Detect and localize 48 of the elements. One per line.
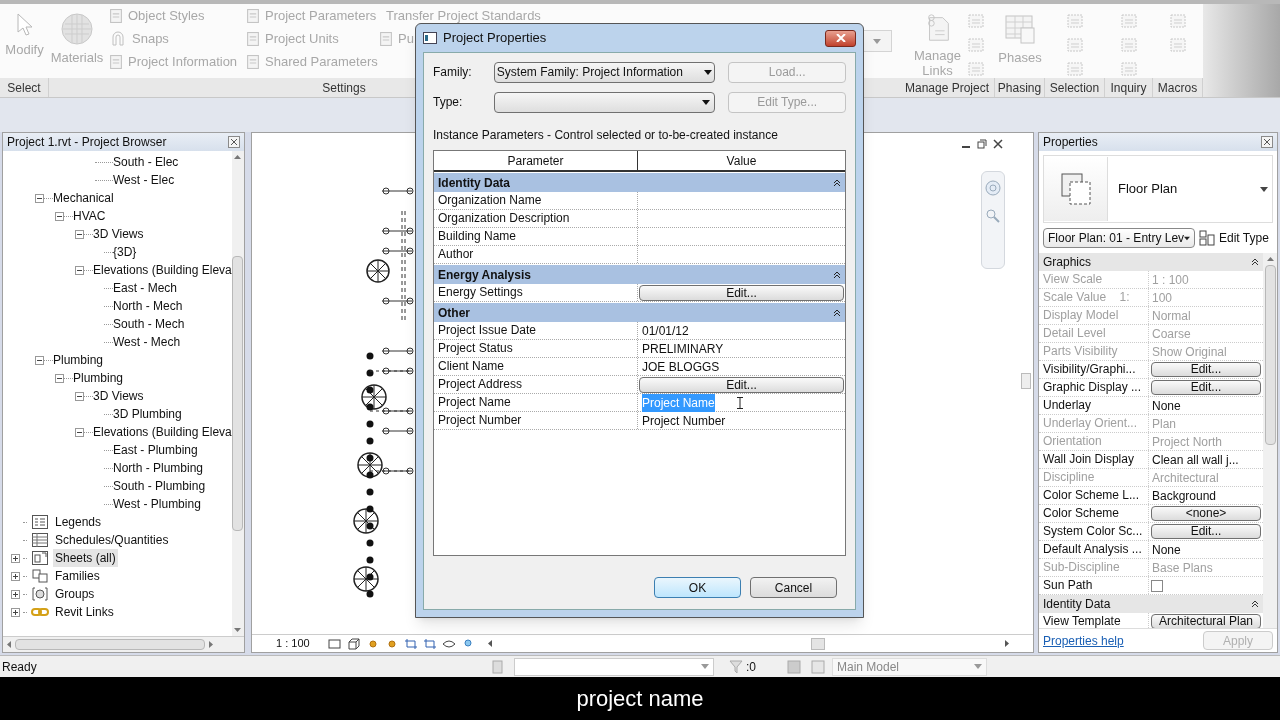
property-label: Scale Value 1:	[1039, 289, 1149, 306]
property-label: View Template	[1039, 613, 1149, 628]
parameter-name: Organization Name	[434, 192, 638, 209]
property-label: Detail Level	[1039, 325, 1149, 342]
ribbon-group-label: Inquiry	[1105, 78, 1153, 97]
parameter-name: Client Name	[434, 358, 638, 375]
column-header: Value	[725, 152, 758, 170]
panel-title: Properties	[1043, 134, 1098, 151]
property-label: Underlay Orient...	[1039, 415, 1149, 432]
window-title: Project Properties	[443, 29, 547, 48]
ribbon-group-label: Select	[0, 78, 49, 97]
property-label: Default Analysis ...	[1039, 541, 1149, 558]
ribbon-group-label: Selection	[1045, 78, 1105, 97]
property-label: Color Scheme	[1039, 505, 1149, 522]
ribbon-group-label: Phasing	[995, 78, 1045, 97]
parameter-name: Project Issue Date	[434, 322, 638, 339]
property-label: Sub-Discipline	[1039, 559, 1149, 576]
status-text: Ready	[1, 658, 38, 676]
column-header: Parameter	[434, 151, 638, 170]
parameter-name: Project Status	[434, 340, 638, 357]
property-label: Color Scheme L...	[1039, 487, 1149, 504]
ribbon-group-label: Macros	[1153, 78, 1203, 97]
field-label: Type:	[433, 94, 464, 111]
property-label: Discipline	[1039, 469, 1149, 486]
property-label: Display Model	[1039, 307, 1149, 324]
parameter-name: Author	[434, 246, 638, 263]
type-name: Floor Plan	[1117, 180, 1179, 199]
property-label: Orientation	[1039, 433, 1149, 450]
property-label: Sun Path	[1039, 577, 1149, 594]
parameter-name: Building Name	[434, 228, 638, 245]
caption: project name	[576, 685, 704, 713]
selection-count: :0	[746, 658, 757, 676]
property-label: Graphic Display ...	[1039, 379, 1149, 396]
parameter-name: Energy Settings	[434, 284, 638, 301]
field-label: Family:	[433, 64, 473, 81]
property-label: Parts Visibility	[1039, 343, 1149, 360]
ribbon-group-label: Manage Project	[900, 78, 995, 97]
property-label: Wall Join Display	[1039, 451, 1149, 468]
panel-title: Project 1.rvt - Project Browser	[7, 134, 167, 151]
property-label: Visibility/Graphi...	[1039, 361, 1149, 378]
parameter-name: Project Name	[434, 394, 638, 411]
property-label: Underlay	[1039, 397, 1149, 414]
parameter-name: Project Number	[434, 412, 638, 429]
parameter-name: Organization Description	[434, 210, 638, 227]
property-label: System Color Sc...	[1039, 523, 1149, 540]
instance-caption: Instance Parameters - Control selected or to-be-created instance	[433, 127, 779, 144]
parameter-name: Project Address	[434, 376, 638, 393]
property-label: View Scale	[1039, 271, 1149, 288]
